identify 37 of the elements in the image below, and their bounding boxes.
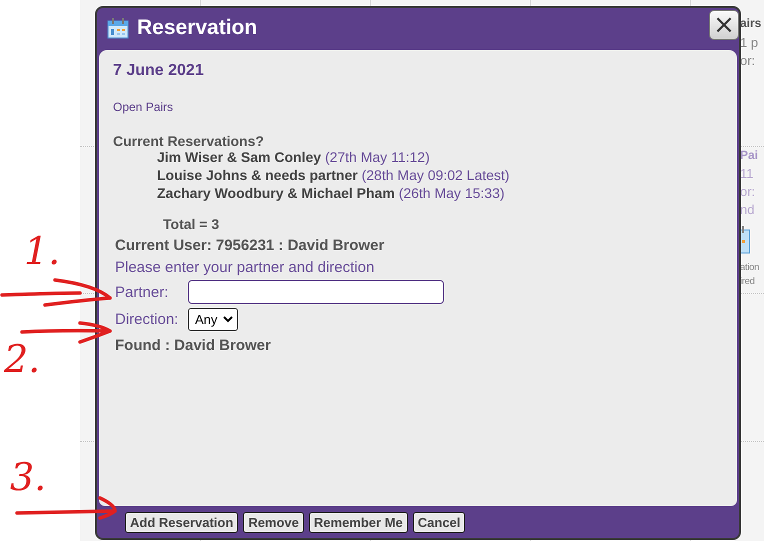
reservation-time: (28th May 09:02 Latest) [362,167,510,183]
direction-dropdown[interactable]: Any [188,308,238,331]
reservation-names: Louise Johns & needs partner [157,167,358,183]
handwritten-number: 2. [4,340,40,378]
field-label: Direction: [115,311,180,328]
dialog-title: Reservation [137,16,258,40]
reservation-time: (26th May 15:33) [398,185,505,201]
handwritten-number: 1. [24,232,60,270]
found-text: Found : David Brower [114,337,272,354]
chevron-icon [223,316,234,323]
event-text: or: [740,53,756,68]
reservation-names: Jim Wiser & Sam Conley [157,149,322,165]
action-button[interactable]: Remember Me [308,512,408,532]
calendar-icon [107,17,129,39]
instruction-text: Please enter your partner and direction [114,259,376,276]
handwritten-number: 3. [10,458,46,496]
partner-field[interactable] [188,280,444,304]
event-text: 1 p [740,35,758,50]
event-title: airs [740,16,762,30]
event-name: Open Pairs [113,100,174,114]
event-title: Pai [740,148,758,162]
total-text: Total = 3 [162,216,220,232]
current-user: Current User: 7956231 : David Brower [114,237,386,254]
reservation-time: (27th May 11:12) [324,149,430,165]
event-text: ation [740,262,760,273]
reservations-heading: Current Reservations? [113,133,265,149]
reservation-names: Zachary Woodbury & Michael Pham [157,185,395,201]
action-button[interactable]: Add Reservation [125,512,238,532]
close-button[interactable]: × [709,10,739,40]
date-heading: 7 June 2021 [113,62,205,80]
calendar-icon [740,226,750,254]
event-text: or: [740,184,756,199]
event-text: nd [740,202,754,217]
action-button[interactable]: Cancel [412,512,466,532]
event-text: 11 [740,166,754,181]
field-label: Partner: [115,284,170,300]
action-button[interactable]: Remove [243,512,304,532]
